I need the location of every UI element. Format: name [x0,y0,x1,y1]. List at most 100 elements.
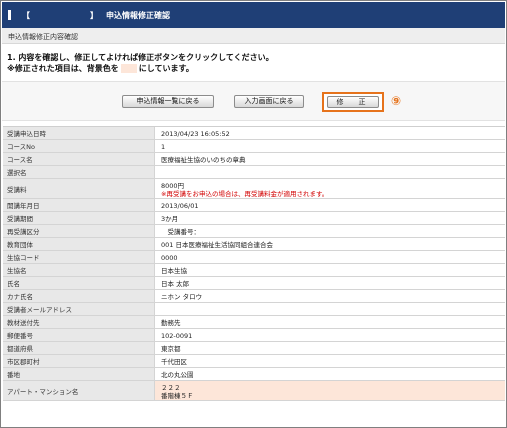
row-value: 東京都 [155,342,505,354]
row-value-text: 1 [161,143,166,151]
row-label: 生協コード [3,251,155,263]
title-marker-icon [8,10,11,20]
row-value: 日本 太郎 [155,277,505,289]
section-title: 申込情報修正内容確認 [8,33,78,41]
row-label: 開講年月日 [3,199,155,211]
row-label: 受講料 [3,179,155,198]
row-value: 受講番号： [155,225,505,237]
highlight-color-swatch [120,64,137,73]
row-value-text: 0000 [161,254,178,262]
table-row: 生協コード 0000 [3,251,505,264]
detail-table: 受講申込日時 2013/04/23 16:05:52 コースNo 1 コース名 医療福祉生… [3,126,505,428]
table-row: 教材送付先 勤務先 [3,316,505,329]
table-row: 都道府県 東京都 [3,342,505,355]
step-number-badge: ⑨ [391,94,402,108]
title-bracket-close: 】 [90,11,98,20]
instruction-line-2: ※修正された項目は、背景色を にしています。 [7,63,274,74]
row-value-text: 勤務先 [161,319,181,327]
row-value-text: 2013/04/23 16:05:52 [161,130,230,138]
row-label: コース名 [3,153,155,165]
table-row: 再受講区分 受講番号： [3,225,505,238]
row-label: 生協名 [3,264,155,276]
row-value: 3か月 [155,212,505,224]
row-value: ニホン タロウ [155,290,505,302]
row-value-text: 日本生協 [161,267,187,275]
row-label: 受講申込日時 [3,127,155,139]
row-value: 日本生協 [155,264,505,276]
row-label: 受講期間 [3,212,155,224]
table-row: アパート・マンション名 ２２２ 番階棟５Ｆ [3,381,505,401]
table-row: 受講申込日時 2013/04/23 16:05:52 [3,127,505,140]
instruction-line-2-post: にしています。 [138,64,194,73]
row-value: 千代田区 [155,355,505,367]
instruction-line-1: 1. 内容を確認し、修正してよければ修正ボタンをクリックしてください。 [7,53,274,62]
row-label: 市区郡町村 [3,355,155,367]
table-row: 教育団体 001 日本医療福祉生活協同組合連合会 [3,238,505,251]
row-value: 北の丸公園 [155,368,505,380]
row-value-text: 102-0091 [161,332,193,340]
instructions: 1. 内容を確認し、修正してよければ修正ボタンをクリックしてください。 ※修正さ… [7,52,274,74]
row-value: 1 [155,140,505,152]
row-label: 都道府県 [3,342,155,354]
instruction-line-2-pre: ※修正された項目は、背景色を [7,64,119,73]
row-value-text: ニホン タロウ [161,293,203,301]
row-value-text: ２２２ [161,384,181,392]
back-to-list-button[interactable]: 申込情報一覧に戻る [122,95,214,108]
row-value: 2013/06/01 [155,199,505,211]
row-label: 再受講区分 [3,225,155,237]
row-label: 受講者メールアドレス [3,303,155,315]
row-value: 勤務先 [155,316,505,328]
fix-button[interactable]: 修 正 [327,96,379,108]
table-row: 開講年月日 2013/06/01 [3,199,505,212]
row-value-text: 医療福祉生協のいのちの章典 [161,156,246,164]
table-row: 氏名 日本 太郎 [3,277,505,290]
row-value: ２２２ 番階棟５Ｆ [155,381,505,400]
row-value [155,303,505,315]
row-label: コースNo [3,140,155,152]
row-value-text: 8000円 [161,182,185,190]
row-label: 番地 [3,368,155,380]
row-value-text-2: 番階棟５Ｆ [161,392,194,400]
page-title: 申込情報修正確認 [106,11,170,20]
row-value-text: 3か月 [161,215,179,223]
row-value: 2013/04/23 16:05:52 [155,127,505,139]
row-label: 教育団体 [3,238,155,250]
row-value-text: 千代田区 [161,358,187,366]
table-row: コースNo 1 [3,140,505,153]
table-row: 受講者メールアドレス [3,303,505,316]
table-row: 番地 北の丸公園 [3,368,505,381]
row-value-text: 2013/06/01 [161,202,199,210]
table-row: 選択名 [3,166,505,179]
table-row: 生協名 日本生協 [3,264,505,277]
row-value-text: 日本 太郎 [161,280,190,288]
row-value-text: 東京都 [161,345,181,353]
row-label: アパート・マンション名 [3,381,155,400]
back-to-input-button[interactable]: 入力画面に戻る [234,95,304,108]
section-header: 申込情報修正内容確認 [2,28,505,44]
table-row: 郵便番号 102-0091 [3,329,505,342]
table-row: 市区郡町村 千代田区 [3,355,505,368]
title-bar: 【 】 申込情報修正確認 [2,2,505,28]
row-label: 教材送付先 [3,316,155,328]
row-value: 8000円 ※再受講をお申込の場合は、再受講料金が適用されます。 [155,179,505,198]
row-label: 郵便番号 [3,329,155,341]
row-value-text: 受講番号： [161,228,201,236]
table-row: 受講料 8000円 ※再受講をお申込の場合は、再受講料金が適用されます。 [3,179,505,199]
table-row: コース名 医療福祉生協のいのちの章典 [3,153,505,166]
row-label: カナ氏名 [3,290,155,302]
row-note: ※再受講をお申込の場合は、再受講料金が適用されます。 [161,190,329,198]
row-value-text: 北の丸公園 [161,371,194,379]
row-value-text: 001 日本医療福祉生活協同組合連合会 [161,241,273,249]
title-bracket-open: 【 [22,11,30,20]
window-frame: 【 】 申込情報修正確認 申込情報修正内容確認 1. 内容を確認し、修正してよけ… [0,0,507,428]
row-label: 選択名 [3,166,155,178]
table-row: カナ氏名 ニホン タロウ [3,290,505,303]
table-row: 受講期間 3か月 [3,212,505,225]
row-value [155,166,505,178]
row-label: 氏名 [3,277,155,289]
row-value: 102-0091 [155,329,505,341]
row-value: 0000 [155,251,505,263]
row-value: 001 日本医療福祉生活協同組合連合会 [155,238,505,250]
fix-button-highlight: 修 正 [322,92,384,112]
row-value: 医療福祉生協のいのちの章典 [155,153,505,165]
